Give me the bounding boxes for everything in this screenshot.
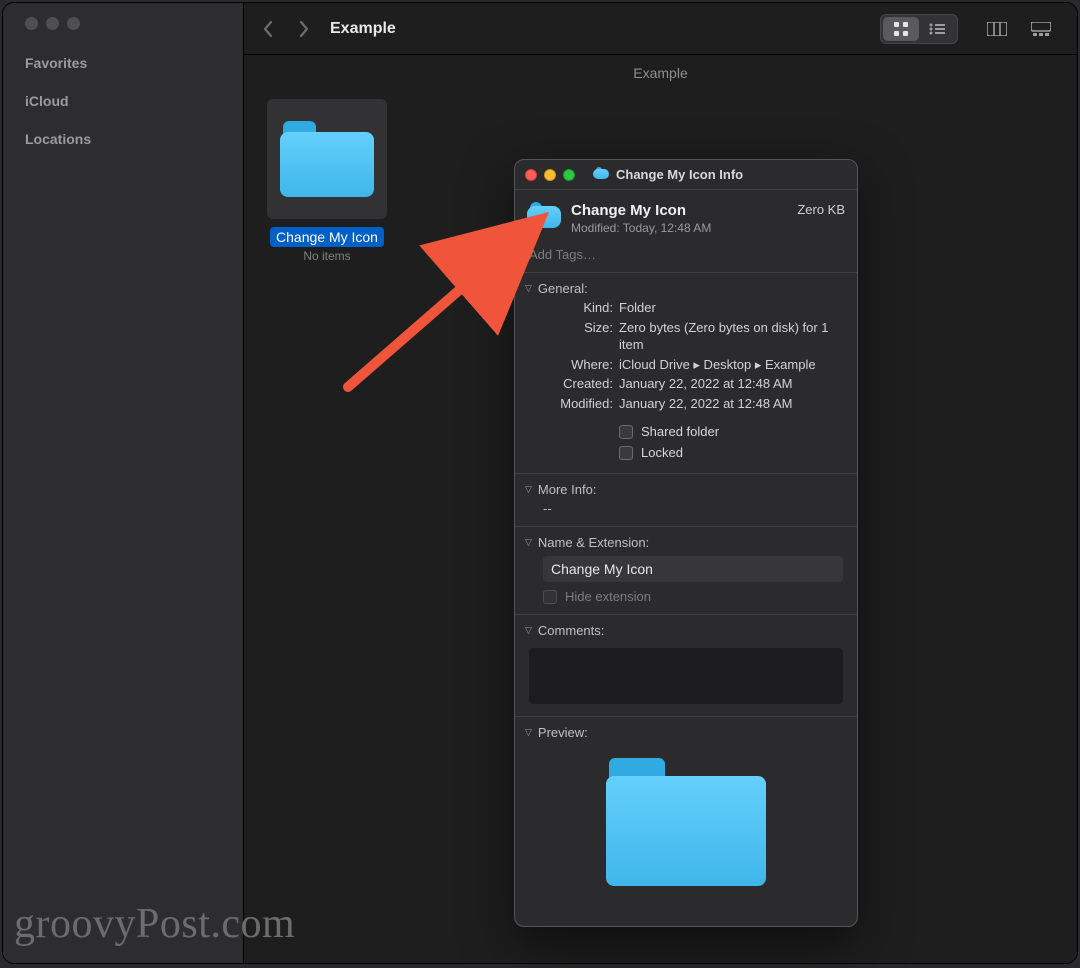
section-name-extension: ▽Name & Extension: Hide extension (515, 527, 857, 615)
hide-ext-label: Hide extension (565, 589, 651, 604)
sidebar-section[interactable]: Locations (3, 128, 243, 150)
chevron-down-icon: ▽ (525, 727, 532, 738)
info-modified: Modified: Today, 12:48 AM (571, 221, 787, 235)
get-info-window[interactable]: Change My Icon Info Change My Icon Modif… (514, 159, 858, 927)
close-icon[interactable] (525, 169, 537, 181)
modified-value: January 22, 2022 at 12:48 AM (619, 395, 847, 413)
section-toggle[interactable]: ▽General: (525, 279, 847, 298)
folder-icon (606, 758, 766, 886)
item-label: Change My Icon (270, 227, 384, 247)
watermark: groovyPost.com (14, 900, 295, 948)
chevron-down-icon: ▽ (525, 283, 532, 294)
where-value: iCloud Drive ▸ Desktop ▸ Example (619, 356, 847, 374)
section-toggle[interactable]: ▽More Info: (525, 480, 847, 499)
section-comments: ▽Comments: (515, 615, 857, 717)
created-value: January 22, 2022 at 12:48 AM (619, 375, 847, 393)
preview-area (525, 742, 847, 916)
back-button[interactable] (262, 20, 274, 38)
name-input[interactable] (543, 556, 843, 582)
chevron-down-icon: ▽ (525, 484, 532, 495)
list-view-button[interactable] (919, 17, 955, 41)
sidebar-section[interactable]: iCloud (3, 90, 243, 112)
gallery-view-button[interactable] (1023, 17, 1059, 41)
minimize-icon[interactable] (544, 169, 556, 181)
window-title: Example (330, 20, 396, 38)
section-general: ▽General: Kind:Folder Size:Zero bytes (Z… (515, 273, 857, 474)
chevron-down-icon: ▽ (525, 537, 532, 548)
sidebar: Favorites iCloud Locations (3, 3, 243, 963)
path-bar[interactable]: Example (244, 55, 1077, 81)
shared-label: Shared folder (641, 424, 719, 439)
view-mode-segment (880, 14, 958, 44)
minimize-dot[interactable] (46, 17, 59, 30)
info-header: Change My Icon Modified: Today, 12:48 AM… (515, 190, 857, 243)
locked-label: Locked (641, 445, 683, 460)
tags-field[interactable]: Add Tags… (515, 243, 857, 273)
item-subtitle: No items (262, 249, 392, 263)
section-toggle[interactable]: ▽Comments: (525, 621, 847, 640)
section-toggle[interactable]: ▽Preview: (525, 723, 847, 742)
forward-button[interactable] (298, 20, 310, 38)
size-value: Zero bytes (Zero bytes on disk) for 1 it… (619, 319, 847, 354)
close-dot[interactable] (25, 17, 38, 30)
zoom-icon[interactable] (563, 169, 575, 181)
chevron-down-icon: ▽ (525, 625, 532, 636)
section-preview: ▽Preview: (515, 717, 857, 926)
icon-view-button[interactable] (883, 17, 919, 41)
info-size: Zero KB (797, 202, 845, 217)
kind-value: Folder (619, 299, 847, 317)
shared-checkbox[interactable] (619, 425, 633, 439)
window-traffic-lights (3, 17, 243, 48)
folder-icon[interactable] (527, 202, 561, 228)
info-name: Change My Icon (571, 202, 787, 219)
info-window-title: Change My Icon Info (616, 167, 743, 182)
hide-ext-checkbox (543, 590, 557, 604)
sidebar-section[interactable]: Favorites (3, 52, 243, 74)
folder-icon (267, 99, 387, 219)
info-titlebar[interactable]: Change My Icon Info (515, 160, 857, 190)
zoom-dot[interactable] (67, 17, 80, 30)
section-moreinfo: ▽More Info: -- (515, 474, 857, 527)
comments-input[interactable] (529, 648, 843, 704)
section-toggle[interactable]: ▽Name & Extension: (525, 533, 847, 552)
toolbar: Example (244, 3, 1077, 55)
folder-item[interactable]: Change My Icon No items (262, 99, 392, 263)
column-view-button[interactable] (979, 17, 1015, 41)
folder-icon (593, 167, 609, 182)
moreinfo-value: -- (525, 499, 847, 516)
locked-checkbox[interactable] (619, 446, 633, 460)
